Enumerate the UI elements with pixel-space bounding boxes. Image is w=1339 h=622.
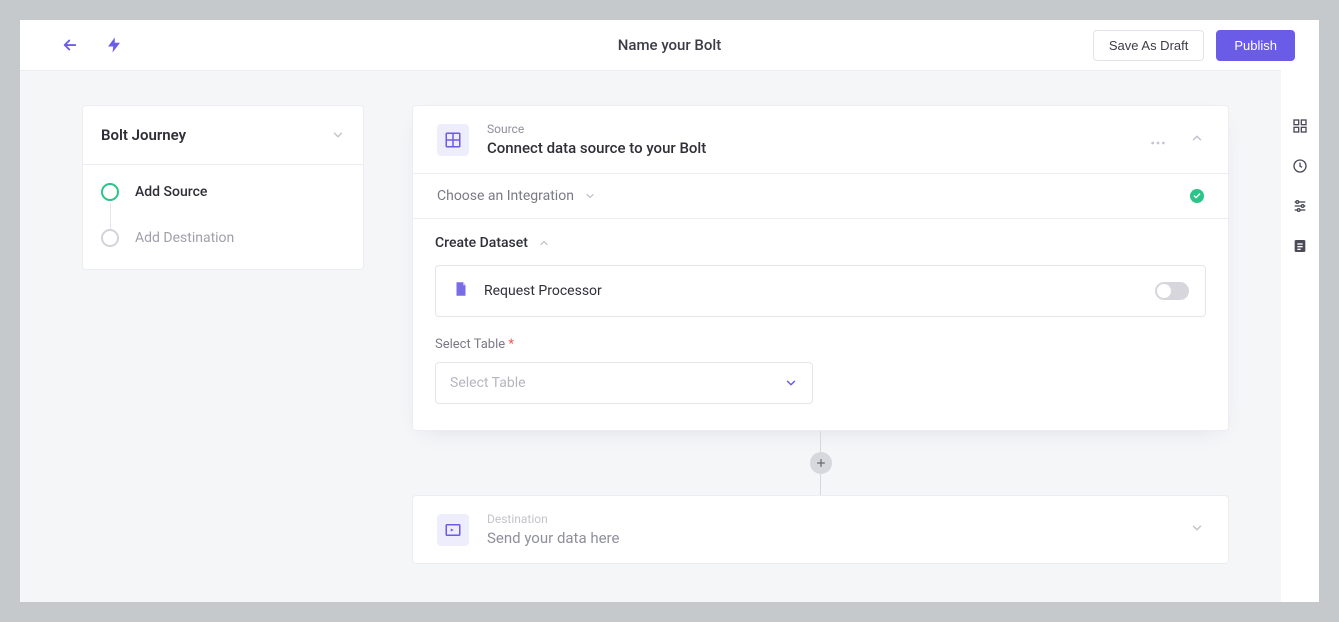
step-indicator-active xyxy=(101,183,119,201)
destination-heading: Send your data here xyxy=(487,529,619,547)
chevron-down-icon[interactable] xyxy=(1190,520,1204,539)
chevron-up-icon xyxy=(538,237,550,249)
check-badge-icon xyxy=(1190,189,1204,203)
side-rail xyxy=(1281,70,1319,602)
save-as-draft-button[interactable]: Save As Draft xyxy=(1093,30,1204,61)
arrow-left-icon xyxy=(61,36,79,54)
processor-icon xyxy=(452,280,470,302)
chevron-down-icon[interactable] xyxy=(331,128,345,142)
bolt-logo-icon xyxy=(104,35,124,55)
source-grid-icon xyxy=(437,124,469,156)
rail-history-button[interactable] xyxy=(1290,156,1310,176)
sliders-icon xyxy=(1292,198,1308,214)
create-dataset-toggle[interactable]: Create Dataset xyxy=(435,235,1206,251)
journey-card: Bolt Journey Add Source Add Destination xyxy=(82,105,364,270)
chevron-down-icon xyxy=(784,376,798,390)
more-icon[interactable] xyxy=(1150,130,1166,149)
journey-title: Bolt Journey xyxy=(101,126,186,144)
select-table-placeholder: Select Table xyxy=(450,375,526,391)
source-kicker: Source xyxy=(487,122,706,136)
toggle-knob xyxy=(1157,284,1171,298)
step-label: Add Destination xyxy=(135,230,234,246)
source-panel-header: Source Connect data source to your Bolt xyxy=(413,106,1228,173)
add-step-button[interactable] xyxy=(810,452,832,474)
request-processor-label: Request Processor xyxy=(484,283,602,299)
topbar: Name your Bolt Save As Draft Publish xyxy=(20,20,1319,70)
clock-icon xyxy=(1292,158,1308,174)
grid-icon xyxy=(1292,118,1308,134)
select-table-label-text: Select Table xyxy=(435,337,505,352)
chevron-down-icon xyxy=(584,190,596,202)
publish-button[interactable]: Publish xyxy=(1216,30,1295,61)
dataset-title: Create Dataset xyxy=(435,235,528,251)
step-indicator-pending xyxy=(101,229,119,247)
destination-kicker: Destination xyxy=(487,512,619,526)
step-connector xyxy=(110,203,111,229)
journey-step-source[interactable]: Add Source xyxy=(101,183,345,201)
select-table-label: Select Table * xyxy=(435,337,1206,352)
request-processor-row: Request Processor xyxy=(435,265,1206,317)
source-heading: Connect data source to your Bolt xyxy=(487,139,706,157)
source-panel: Source Connect data source to your Bolt xyxy=(412,105,1229,431)
request-processor-toggle[interactable] xyxy=(1155,282,1189,300)
integration-row-label: Choose an Integration xyxy=(437,188,574,204)
back-button[interactable] xyxy=(60,35,80,55)
panel-connector xyxy=(412,431,1229,495)
choose-integration-row[interactable]: Choose an Integration xyxy=(413,173,1228,218)
chevron-up-icon[interactable] xyxy=(1190,130,1204,149)
plus-icon xyxy=(816,458,826,468)
page-title[interactable]: Name your Bolt xyxy=(618,36,721,54)
document-icon xyxy=(1292,238,1308,254)
rail-grid-button[interactable] xyxy=(1290,116,1310,136)
destination-panel[interactable]: Destination Send your data here xyxy=(412,495,1229,564)
required-star: * xyxy=(508,337,514,352)
destination-icon xyxy=(437,514,469,546)
rail-notes-button[interactable] xyxy=(1290,236,1310,256)
journey-step-destination[interactable]: Add Destination xyxy=(101,229,345,247)
rail-settings-button[interactable] xyxy=(1290,196,1310,216)
select-table-dropdown[interactable]: Select Table xyxy=(435,362,813,404)
step-label: Add Source xyxy=(135,184,207,200)
workspace: Bolt Journey Add Source Add Destination xyxy=(20,70,1281,602)
